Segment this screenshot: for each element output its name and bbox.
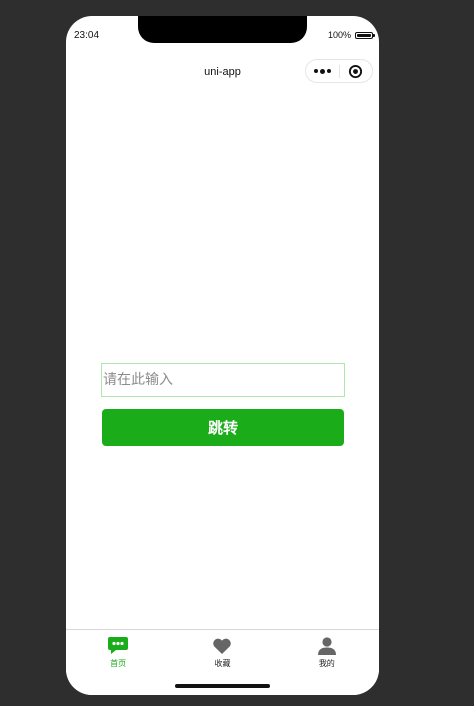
chat-bubble-icon xyxy=(107,635,129,657)
more-dots-icon[interactable] xyxy=(306,60,339,82)
close-target-icon[interactable] xyxy=(339,60,372,82)
person-icon xyxy=(316,635,338,657)
screen-notch xyxy=(138,16,307,43)
tab-home-label: 首页 xyxy=(110,659,127,668)
phone-frame: 23:04 100% uni-app 跳转 xyxy=(66,16,379,695)
tab-profile-label: 我的 xyxy=(318,659,335,668)
battery-percent: 100% xyxy=(327,30,351,40)
tab-profile[interactable]: 我的 xyxy=(275,630,379,695)
menu-capsule xyxy=(305,59,373,83)
home-indicator xyxy=(175,684,270,688)
text-input[interactable] xyxy=(101,363,345,397)
heart-icon xyxy=(211,635,233,657)
tab-home[interactable]: 首页 xyxy=(66,630,170,695)
status-time: 23:04 xyxy=(74,30,100,41)
status-right: 100% xyxy=(327,30,375,40)
battery-icon xyxy=(355,31,375,39)
jump-button[interactable]: 跳转 xyxy=(102,409,344,446)
tab-favorites-label: 收藏 xyxy=(214,659,231,668)
